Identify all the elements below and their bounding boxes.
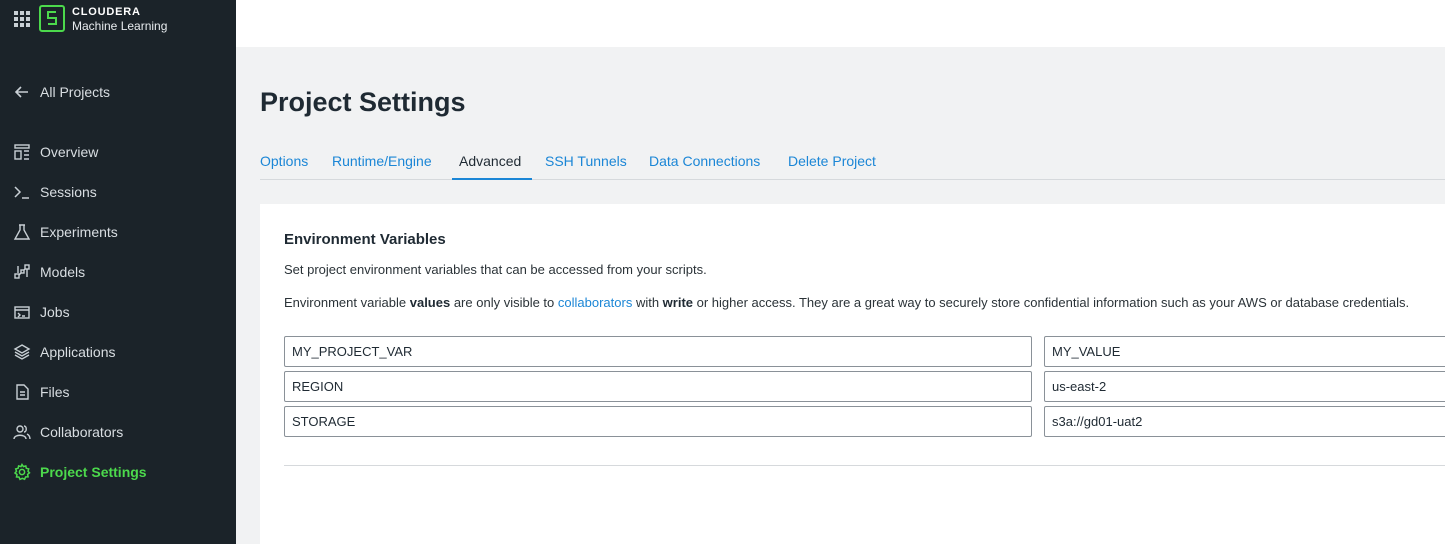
env-var-value-input[interactable] <box>1044 406 1445 437</box>
tab-ssh-tunnels[interactable]: SSH Tunnels <box>545 153 627 169</box>
sidebar-item-sessions[interactable]: Sessions <box>0 176 236 208</box>
brand-header: CLOUDERA Machine Learning <box>0 0 236 40</box>
jobs-icon <box>14 306 30 319</box>
layers-icon <box>13 344 31 360</box>
env-var-name-input[interactable] <box>284 371 1032 402</box>
all-projects-link[interactable]: All Projects <box>0 76 236 108</box>
env-var-value-input[interactable] <box>1044 336 1445 367</box>
note-text: with <box>632 295 663 310</box>
sidebar-item-project-settings[interactable]: Project Settings <box>0 456 236 488</box>
sidebar: CLOUDERA Machine Learning All Projects O… <box>0 0 236 544</box>
note-text: are only visible to <box>450 295 558 310</box>
tab-delete-project[interactable]: Delete Project <box>788 153 876 169</box>
sidebar-item-files[interactable]: Files <box>0 376 236 408</box>
brand-subtitle: Machine Learning <box>72 19 168 33</box>
app-grid-icon[interactable] <box>14 11 30 27</box>
sidebar-item-experiments[interactable]: Experiments <box>0 216 236 248</box>
sidebar-item-label: Applications <box>40 344 116 360</box>
env-var-value-input[interactable] <box>1044 371 1445 402</box>
all-projects-label: All Projects <box>40 84 111 100</box>
users-icon <box>13 425 31 440</box>
visibility-note: Environment variable values are only vis… <box>284 295 1445 310</box>
sidebar-item-label: Project Settings <box>40 464 147 480</box>
file-icon <box>16 384 29 400</box>
env-var-name-input[interactable] <box>284 406 1032 437</box>
active-tab-indicator <box>452 178 532 180</box>
collaborators-link[interactable]: collaborators <box>558 295 632 310</box>
sidebar-item-applications[interactable]: Applications <box>0 336 236 368</box>
environment-variables-card: Environment Variables Set project enviro… <box>260 204 1445 544</box>
flask-icon <box>13 224 31 240</box>
sidebar-item-jobs[interactable]: Jobs <box>0 296 236 328</box>
sidebar-item-label: Files <box>40 384 70 400</box>
gear-icon <box>13 463 31 481</box>
section-divider <box>284 465 1445 466</box>
note-text: Environment variable <box>284 295 410 310</box>
top-bar <box>236 0 1445 47</box>
brand-name: CLOUDERA <box>72 6 141 18</box>
arrow-left-icon <box>14 86 28 98</box>
terminal-icon <box>14 186 29 199</box>
note-bold-write: write <box>662 295 694 310</box>
sidebar-item-label: Experiments <box>40 224 118 240</box>
settings-tabs: Options Runtime/Engine Advanced SSH Tunn… <box>260 146 1445 180</box>
sidebar-item-label: Jobs <box>40 304 70 320</box>
models-icon <box>14 264 30 279</box>
sidebar-item-label: Overview <box>40 144 99 160</box>
sidebar-item-models[interactable]: Models <box>0 256 236 288</box>
note-bold-values: values <box>409 295 451 310</box>
overview-icon <box>14 144 30 160</box>
tab-data-connections[interactable]: Data Connections <box>649 153 760 169</box>
sidebar-item-label: Models <box>40 264 86 280</box>
tab-options[interactable]: Options <box>260 153 308 169</box>
note-text: or higher access. They are a great way t… <box>693 295 1410 310</box>
section-title: Environment Variables <box>284 231 446 248</box>
sidebar-item-label: Collaborators <box>40 424 124 440</box>
cloudera-logo-icon[interactable] <box>39 5 65 32</box>
tab-runtime-engine[interactable]: Runtime/Engine <box>332 153 432 169</box>
sidebar-item-label: Sessions <box>40 184 97 200</box>
tab-advanced[interactable]: Advanced <box>459 153 521 169</box>
section-description: Set project environment variables that c… <box>284 262 707 277</box>
env-var-name-input[interactable] <box>284 336 1032 367</box>
page-title: Project Settings <box>260 87 466 117</box>
sidebar-item-collaborators[interactable]: Collaborators <box>0 416 236 448</box>
sidebar-item-overview[interactable]: Overview <box>0 136 236 168</box>
